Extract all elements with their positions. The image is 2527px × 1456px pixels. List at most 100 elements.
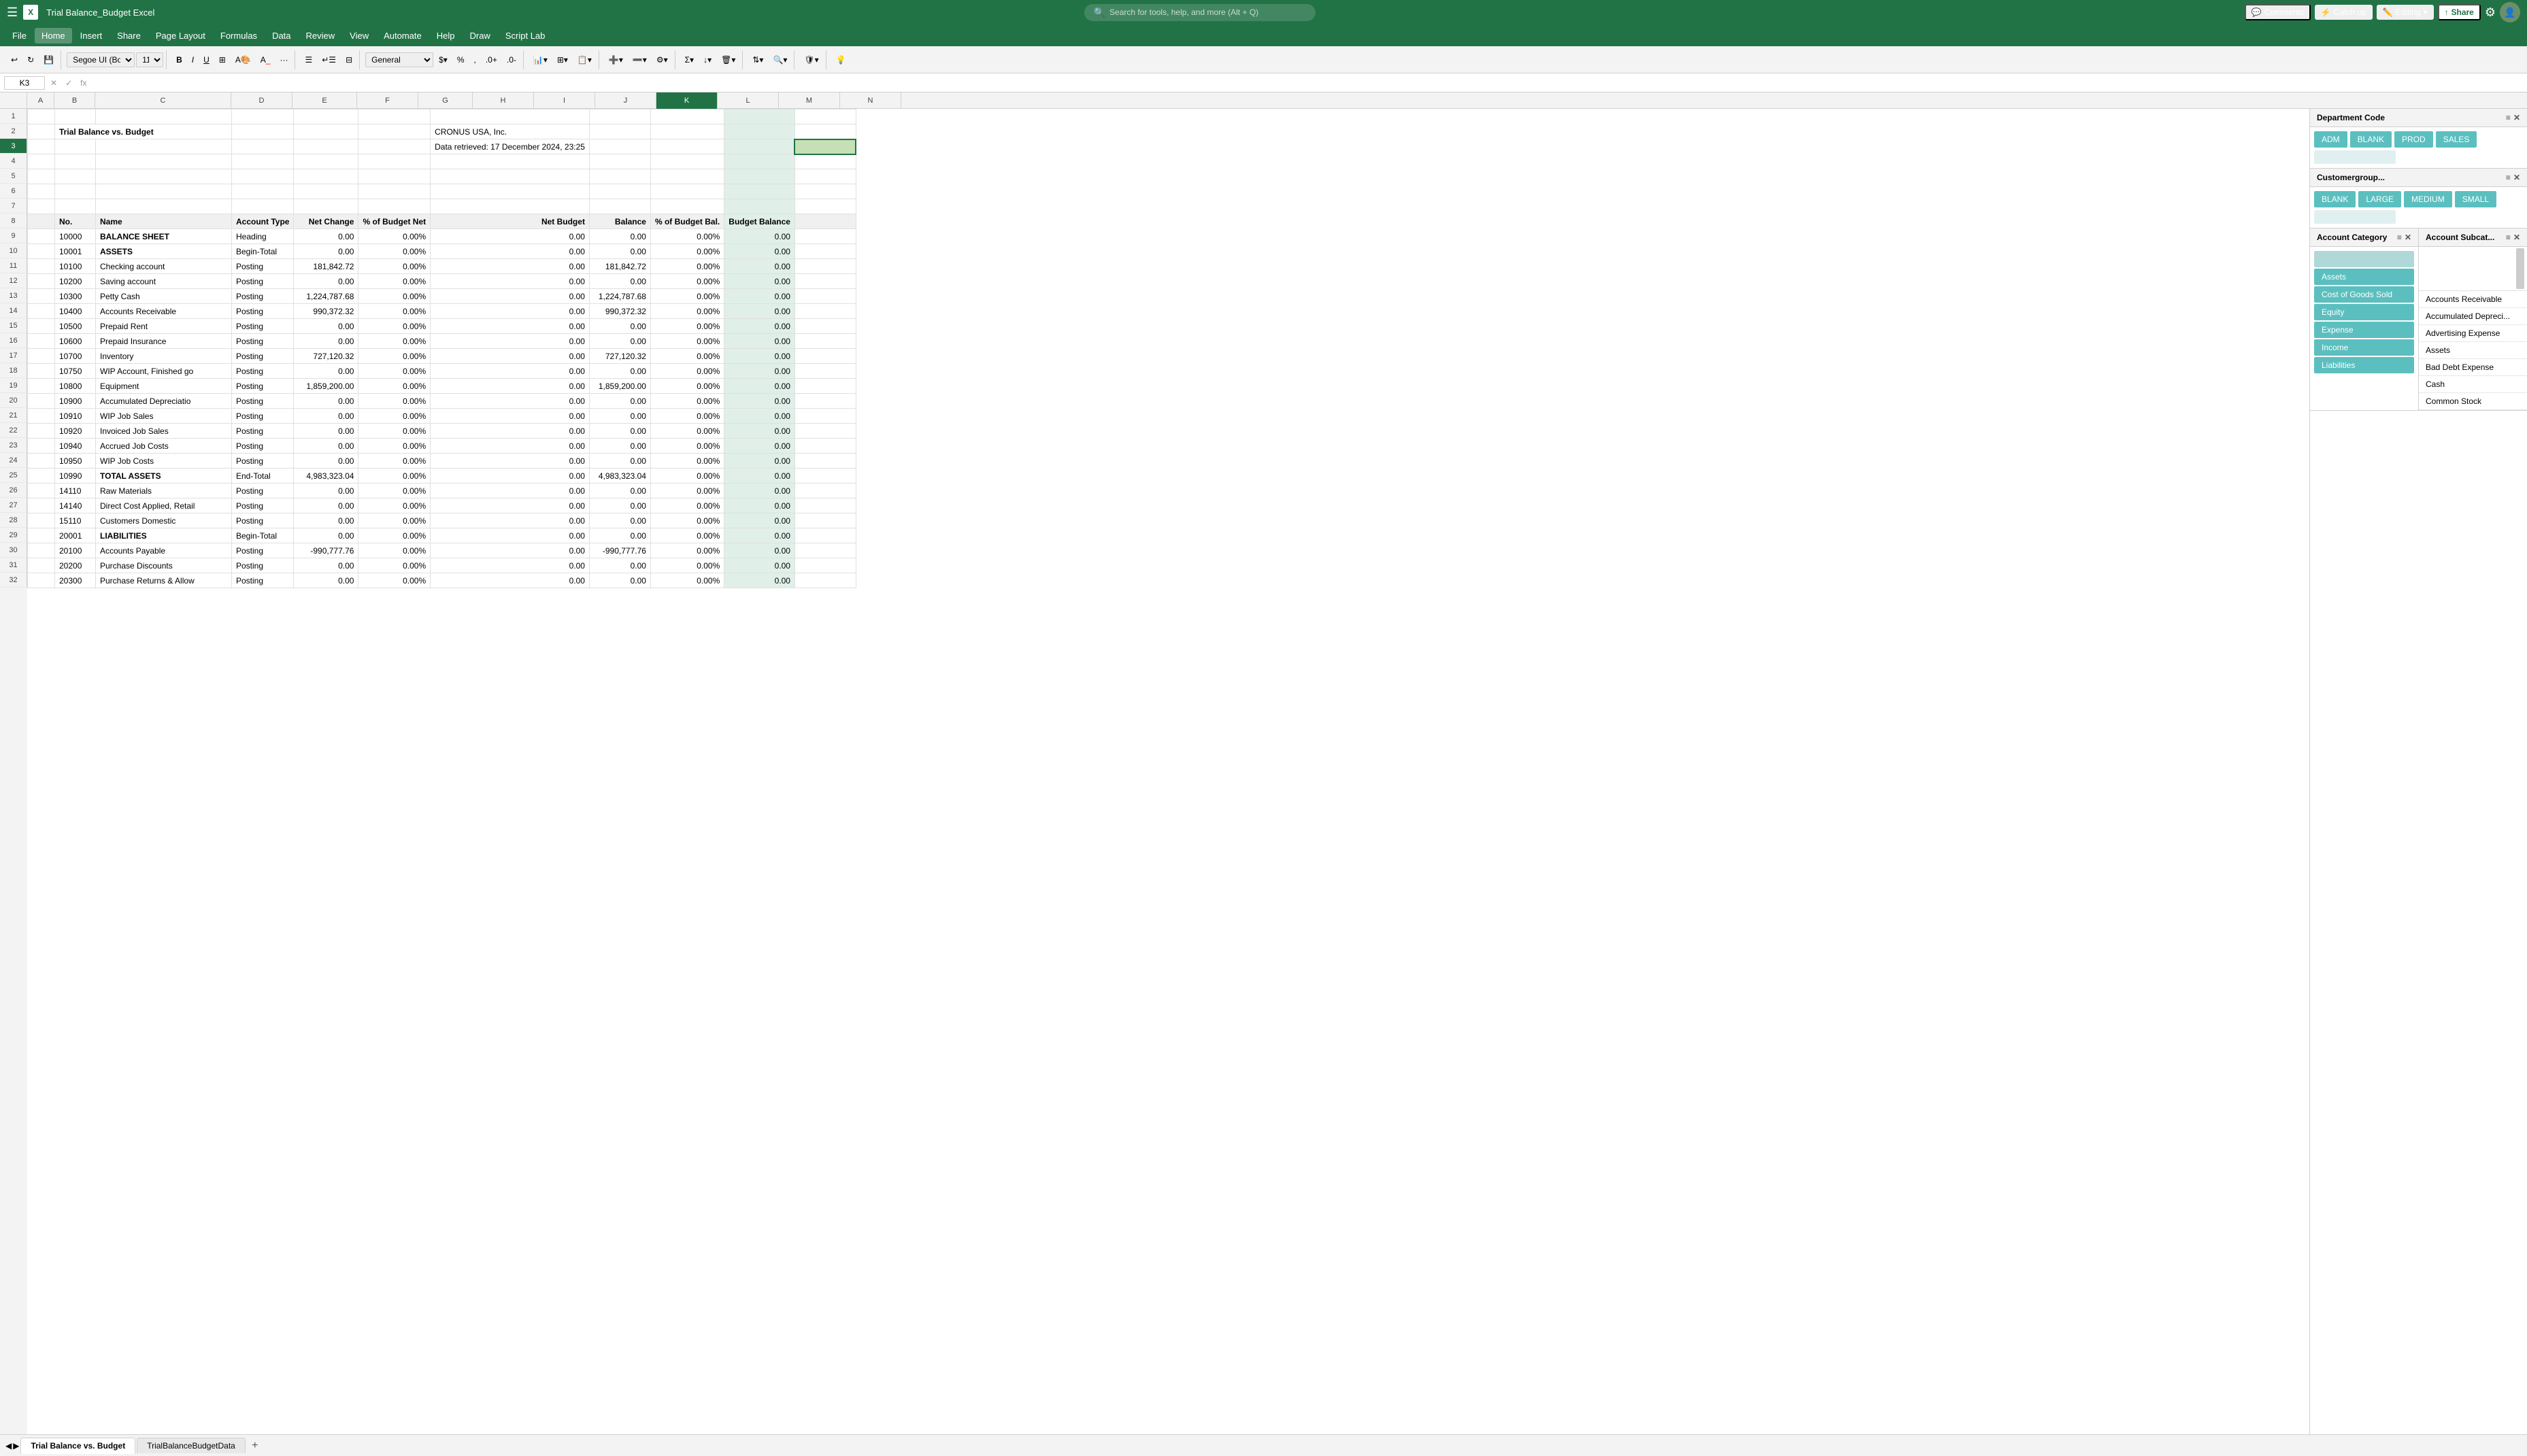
col-header-budget-bal[interactable]: Budget Balance (724, 214, 795, 229)
decrease-decimal-button[interactable]: .0- (503, 53, 520, 67)
col-header-pct-bal[interactable]: % of Budget Bal. (650, 214, 724, 229)
subcat-item-cs[interactable]: Common Stock (2419, 393, 2527, 410)
menu-formulas[interactable]: Formulas (214, 28, 264, 44)
menu-script-lab[interactable]: Script Lab (499, 28, 552, 44)
bold-button[interactable]: B (172, 53, 186, 67)
close-icon[interactable]: ✕ (2405, 233, 2411, 242)
autosum-button[interactable]: Σ▾ (681, 53, 698, 67)
redo-button[interactable]: ↻ (23, 53, 38, 67)
subcat-item-cash[interactable]: Cash (2419, 376, 2527, 393)
italic-button[interactable]: I (188, 53, 198, 67)
cg-chip-empty[interactable] (2314, 210, 2396, 224)
cell-F2[interactable] (358, 124, 431, 139)
cell-styles-button[interactable]: 📋▾ (573, 53, 596, 67)
cell-F1[interactable] (358, 109, 431, 124)
underline-button[interactable]: U (199, 53, 214, 67)
cell-I1[interactable] (650, 109, 724, 124)
cell-C1[interactable] (96, 109, 232, 124)
ac-chip-liabilities[interactable]: Liabilities (2314, 357, 2414, 373)
subcat-item-ar[interactable]: Accounts Receivable (2419, 291, 2527, 308)
hamburger-menu[interactable]: ☰ (7, 5, 18, 20)
subcat-item-ad[interactable]: Accumulated Depreci... (2419, 308, 2527, 325)
scrollbar-thumb[interactable] (2516, 248, 2524, 289)
settings-icon[interactable]: ⚙ (2485, 5, 2496, 20)
col-header-A[interactable]: A (27, 92, 54, 109)
cg-chip-blank[interactable]: BLANK (2314, 191, 2356, 207)
cell-B1[interactable] (55, 109, 96, 124)
cell-H3[interactable] (589, 139, 650, 154)
number-format-select[interactable]: General (365, 52, 433, 67)
delete-cells-button[interactable]: ➖▾ (629, 53, 651, 67)
add-sheet-button[interactable]: + (247, 1438, 263, 1454)
cell-D1[interactable] (232, 109, 294, 124)
cell-A1[interactable] (28, 109, 55, 124)
comma-button[interactable]: , (470, 53, 480, 67)
catch-up-button[interactable]: ⚡ Catch up (2315, 5, 2373, 20)
insert-cells-button[interactable]: ➕▾ (605, 53, 627, 67)
clear-button[interactable]: 🗑▾ (717, 53, 739, 67)
col-header-K[interactable]: K (656, 92, 718, 109)
fill-color-button[interactable]: A🎨 (231, 53, 255, 67)
close-icon[interactable]: ✕ (2513, 113, 2520, 122)
col-header-B[interactable]: B (54, 92, 95, 109)
cg-chip-large[interactable]: LARGE (2358, 191, 2401, 207)
col-header-M[interactable]: M (779, 92, 840, 109)
col-header-pct-budget[interactable]: % of Budget Net (358, 214, 431, 229)
wrap-text-button[interactable]: ↵☰ (318, 53, 340, 67)
share-button[interactable]: ↑ Share (2438, 4, 2481, 20)
find-select-button[interactable]: 🔍▾ (769, 53, 791, 67)
cell-D2[interactable] (232, 124, 294, 139)
menu-insert[interactable]: Insert (73, 28, 110, 44)
sheet-tab-2[interactable]: TrialBalanceBudgetData (137, 1438, 246, 1453)
cell-B2[interactable]: Trial Balance vs. Budget (55, 124, 232, 139)
editing-button[interactable]: ✏️ Editing ▾ (2377, 5, 2434, 20)
currency-button[interactable]: $▾ (435, 53, 452, 67)
cell-A3[interactable] (28, 139, 55, 154)
ac-chip-assets[interactable]: Assets (2314, 269, 2414, 285)
format-cells-button[interactable]: ⚙▾ (652, 53, 672, 67)
avatar[interactable]: 👤 (2500, 2, 2520, 22)
ac-chip-expense[interactable]: Expense (2314, 322, 2414, 338)
col-header-acct-type[interactable]: Account Type (232, 214, 294, 229)
dept-chip-sales[interactable]: SALES (2436, 131, 2477, 148)
menu-view[interactable]: View (343, 28, 375, 44)
cell-reference-input[interactable] (4, 76, 45, 90)
cell-G3[interactable]: Data retrieved: 17 December 2024, 23:25 (431, 139, 590, 154)
menu-data[interactable]: Data (265, 28, 297, 44)
sheet-tab-1[interactable]: Trial Balance vs. Budget (20, 1438, 135, 1454)
cell-I2[interactable] (650, 124, 724, 139)
comments-button[interactable]: 💬 Comments (2245, 4, 2311, 20)
more-button[interactable]: ··· (275, 53, 292, 67)
menu-page-layout[interactable]: Page Layout (149, 28, 212, 44)
format-table-button[interactable]: ⊞▾ (553, 53, 572, 67)
ideas-button[interactable]: 💡 (832, 53, 850, 67)
ac-chip-income[interactable]: Income (2314, 339, 2414, 356)
sensitivity-button[interactable]: 🛡▾ (800, 53, 822, 67)
cell-G1[interactable] (431, 109, 590, 124)
subcat-item-bde[interactable]: Bad Debt Expense (2419, 359, 2527, 376)
filter-icon[interactable]: ≡ (2506, 233, 2511, 242)
cell-G2[interactable]: CRONUS USA, Inc. (431, 124, 590, 139)
cell-H1[interactable] (589, 109, 650, 124)
font-color-button[interactable]: A_ (256, 53, 275, 67)
formula-input[interactable] (92, 78, 2523, 88)
ac-chip-equity[interactable]: Equity (2314, 304, 2414, 320)
search-input[interactable] (1109, 7, 1286, 17)
dept-chip-blank[interactable]: BLANK (2350, 131, 2392, 148)
border-button[interactable]: ⊞ (215, 53, 230, 67)
menu-automate[interactable]: Automate (377, 28, 429, 44)
menu-share[interactable]: Share (110, 28, 148, 44)
font-select[interactable]: Segoe UI (Body) (67, 52, 135, 67)
percent-button[interactable]: % (453, 53, 469, 67)
merge-button[interactable]: ⊟ (341, 53, 356, 67)
col-header-C[interactable]: C (95, 92, 231, 109)
cell-H2[interactable] (589, 124, 650, 139)
filter-icon[interactable]: ≡ (2397, 233, 2402, 242)
prev-sheet-icon[interactable]: ◀ (5, 1441, 12, 1451)
cell-K3[interactable] (794, 139, 856, 154)
menu-review[interactable]: Review (299, 28, 342, 44)
col-header-E[interactable]: E (292, 92, 357, 109)
cell-J2[interactable] (724, 124, 795, 139)
cell-A2[interactable] (28, 124, 55, 139)
menu-draw[interactable]: Draw (463, 28, 497, 44)
